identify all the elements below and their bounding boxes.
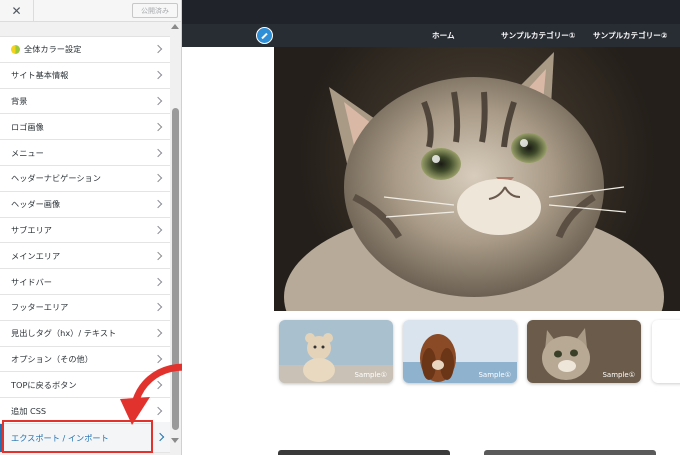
header-image-kitten [274,47,680,311]
chevron-right-icon [153,328,163,338]
chevron-right-icon [153,174,163,183]
menu-item-main-area[interactable]: メインエリア [0,243,170,270]
site-preview: ホーム サンプルカテゴリー① サンプルカテゴリー② Sample① Sample… [182,0,680,455]
card-caption: Sample① [354,371,387,379]
card-kitten[interactable]: Sample① [527,320,641,383]
menu-item-label: ロゴ画像 [11,121,44,132]
bottom-post-strip [484,450,656,455]
menu-item-label: 全体カラー設定 [24,44,82,55]
scroll-down-arrow-icon[interactable] [171,438,179,443]
card-caption: Sample① [478,371,511,379]
chevron-right-icon [153,277,163,286]
menu-item-heading-tags[interactable]: 見出しタグ（hx）/ テキスト [0,320,170,347]
menu-item-sidebar[interactable]: サイドバー [0,269,170,295]
chevron-right-icon [153,96,163,106]
menu-item-label: サイドバー [11,276,52,287]
chevron-right-icon [153,45,163,54]
menu-item-global-colors[interactable]: 全体カラー設定 [0,37,170,63]
menu-item-background[interactable]: 背景 [0,88,170,115]
scroll-up-arrow-icon[interactable] [171,24,179,29]
chevron-right-icon [153,70,163,80]
color-palette-icon [11,44,20,54]
chevron-right-icon [153,303,163,312]
nav-link-home[interactable]: ホーム [432,24,455,47]
card-dog[interactable]: Sample① [403,320,517,383]
menu-item-label: メインエリア [11,250,61,261]
publish-button[interactable]: 公開済み [132,3,178,18]
menu-item-label: TOPに戻るボタン [11,379,77,390]
chevron-right-icon [153,122,163,132]
card-caption: Sample① [602,371,635,379]
menu-item-label: オプション（その他） [11,353,93,364]
menu-item-label: ヘッダーナビゲーション [11,173,101,184]
menu-item-logo[interactable]: ロゴ画像 [0,114,170,141]
card-partial[interactable] [652,320,680,383]
menu-item-menus[interactable]: メニュー [0,140,170,166]
chevron-right-icon [153,199,163,209]
menu-item-site-info[interactable]: サイト基本情報 [0,62,170,89]
menu-item-label: 追加 CSS [11,405,47,416]
menu-item-label: サブエリア [11,224,52,235]
chevron-right-icon [155,432,165,441]
nav-link-category-2[interactable]: サンプルカテゴリー② [593,24,667,47]
menu-item-label: サイト基本情報 [11,70,69,81]
menu-item-footer-area[interactable]: フッターエリア [0,294,170,321]
menu-item-label: フッターエリア [11,302,69,313]
bottom-post-strip [278,450,450,455]
customizer-header: ✕ 公開済み [0,0,181,22]
chevron-right-icon [153,225,163,235]
menu-item-label: ヘッダー画像 [11,199,61,210]
menu-item-header-image[interactable]: ヘッダー画像 [0,191,170,218]
menu-item-header-nav[interactable]: ヘッダーナビゲーション [0,165,170,192]
menu-item-label: 背景 [11,95,28,106]
chevron-right-icon [153,148,163,157]
menu-item-label: 見出しタグ（hx）/ テキスト [11,328,117,339]
global-nav: ホーム サンプルカテゴリー① サンプルカテゴリー② [182,24,680,47]
edit-shortcut-pencil-icon[interactable] [256,27,273,44]
menu-item-label: メニュー [11,147,44,158]
card-teddy-bear[interactable]: Sample① [279,320,393,383]
close-icon[interactable]: ✕ [0,0,34,22]
chevron-right-icon [153,251,163,261]
nav-link-category-1[interactable]: サンプルカテゴリー① [501,24,575,47]
preview-top-bar [182,0,680,24]
menu-item-sub-area[interactable]: サブエリア [0,217,170,244]
